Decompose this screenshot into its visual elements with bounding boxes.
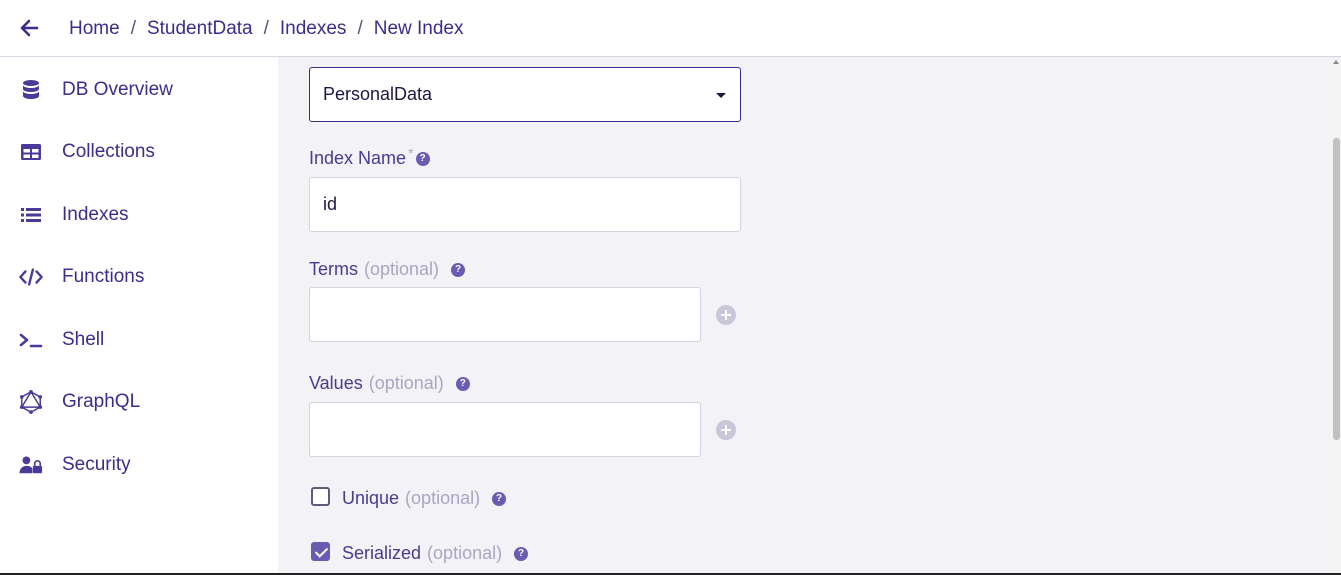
breadcrumb-indexes[interactable]: Indexes	[280, 18, 347, 40]
terms-label-text: Terms	[309, 259, 358, 279]
terms-label: Terms (optional) ?	[309, 259, 466, 280]
sidebar-item-label: GraphQL	[62, 391, 141, 412]
unique-label: Unique (optional) ?	[342, 488, 507, 509]
sidebar-item-label: DB Overview	[62, 79, 173, 100]
add-value-icon[interactable]	[716, 420, 736, 440]
sidebar-item-db-overview[interactable]: DB Overview	[0, 68, 278, 112]
scrollbar-thumb[interactable]	[1333, 138, 1340, 440]
optional-text: (optional)	[427, 543, 503, 563]
terminal-icon	[19, 328, 43, 352]
sidebar-item-security[interactable]: Security	[0, 443, 278, 487]
unique-label-text: Unique	[342, 488, 400, 508]
caret-down-icon	[716, 93, 726, 98]
breadcrumb-database[interactable]: StudentData	[147, 18, 253, 40]
values-input[interactable]	[309, 402, 701, 457]
help-icon[interactable]: ?	[451, 262, 466, 277]
graphql-icon	[19, 390, 43, 414]
optional-text: (optional)	[364, 259, 440, 279]
sidebar-item-shell[interactable]: Shell	[0, 318, 278, 362]
arrow-left-icon[interactable]	[18, 17, 40, 39]
breadcrumb-separator: /	[357, 18, 363, 39]
serialized-checkbox[interactable]	[311, 542, 330, 561]
breadcrumb: Home / StudentData / Indexes / New Index	[69, 18, 464, 40]
breadcrumb-separator: /	[263, 18, 269, 39]
table-icon	[19, 140, 43, 164]
source-collection-value: PersonalData	[323, 84, 433, 104]
breadcrumb-current: New Index	[373, 18, 464, 39]
source-collection-select[interactable]: PersonalData	[309, 67, 741, 122]
help-icon[interactable]: ?	[415, 151, 430, 166]
sidebar: DB Overview Collections Indexes Function…	[0, 57, 278, 575]
top-bar: Home / StudentData / Indexes / New Index	[0, 0, 1341, 57]
unique-checkbox[interactable]	[311, 487, 330, 506]
optional-text: (optional)	[368, 373, 444, 393]
help-icon[interactable]: ?	[492, 491, 507, 506]
help-icon[interactable]: ?	[455, 376, 470, 391]
list-icon	[19, 203, 43, 227]
index-name-label-text: Index Name	[309, 148, 407, 168]
database-icon	[19, 78, 43, 102]
user-lock-icon	[19, 453, 43, 477]
scroll-up-arrow-icon[interactable]	[1333, 60, 1339, 64]
values-label: Values (optional) ?	[309, 373, 470, 394]
sidebar-item-collections[interactable]: Collections	[0, 130, 278, 174]
serialized-label: Serialized (optional) ?	[342, 543, 529, 564]
sidebar-item-label: Collections	[62, 141, 155, 162]
sidebar-item-label: Functions	[62, 266, 145, 287]
sidebar-item-functions[interactable]: Functions	[0, 255, 278, 299]
sidebar-item-graphql[interactable]: GraphQL	[0, 380, 278, 424]
values-label-text: Values	[309, 373, 363, 393]
index-name-input[interactable]: id	[309, 177, 741, 232]
serialized-label-text: Serialized	[342, 543, 422, 563]
terms-input[interactable]	[309, 287, 701, 342]
code-icon	[19, 265, 43, 289]
breadcrumb-separator: /	[130, 18, 136, 39]
add-term-icon[interactable]	[716, 305, 736, 325]
help-icon[interactable]: ?	[514, 546, 529, 561]
main-content: PersonalData Index Name * ? id Terms (op…	[278, 57, 1331, 575]
breadcrumb-home[interactable]: Home	[69, 18, 120, 40]
sidebar-item-label: Shell	[62, 329, 105, 350]
index-name-value: id	[323, 194, 338, 214]
required-mark: *	[408, 144, 414, 161]
sidebar-item-label: Security	[62, 454, 131, 475]
index-name-label: Index Name * ?	[309, 144, 430, 169]
optional-text: (optional)	[405, 488, 481, 508]
sidebar-item-label: Indexes	[62, 204, 129, 225]
sidebar-item-indexes[interactable]: Indexes	[0, 193, 278, 237]
